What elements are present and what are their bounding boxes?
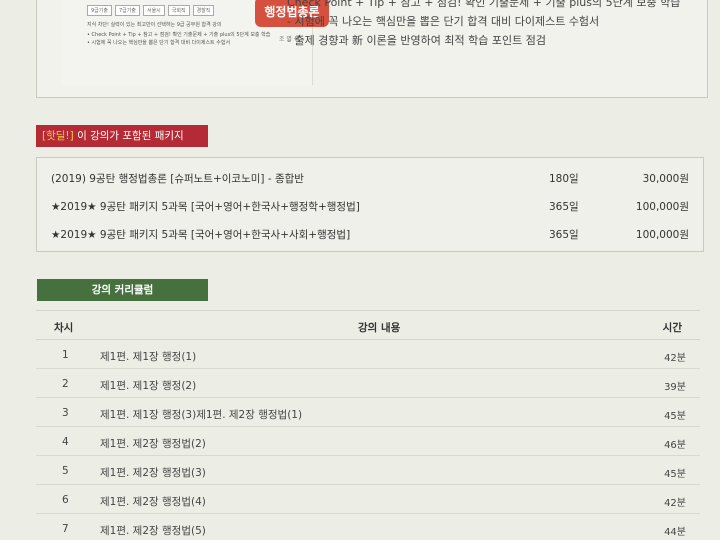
- session-time: 45분: [664, 411, 686, 422]
- curriculum-section-label: 강의 커리큘럼: [37, 279, 208, 301]
- package-price: 30,000원: [642, 173, 689, 185]
- feature-item: - 출제 경향과 新 이론을 반영하여 최적 학습 포인트 점검: [287, 34, 546, 47]
- session-time: 39분: [664, 382, 686, 393]
- session-time: 42분: [664, 498, 686, 509]
- session-time: 42분: [664, 353, 686, 364]
- session-number: 1: [62, 349, 69, 361]
- curriculum-row[interactable]: 7 제1편. 제2장 행정법(5) 44분: [36, 514, 700, 540]
- cover-line: 지식 차단! 실력이 있는 최고만이 선택하는 9급 공무원 합격 강의: [87, 22, 222, 28]
- session-number: 5: [62, 465, 69, 477]
- feature-item: Check Point + Tip + 참고 + 점검! 확인 기출문제 + 기…: [287, 0, 681, 9]
- cover-tag: 서울시: [142, 5, 165, 16]
- package-name[interactable]: ★2019★ 9공탄 패키지 5과목 [국어+영어+한국사+행정학+행정법]: [51, 199, 360, 214]
- session-number: 7: [62, 523, 69, 535]
- session-title[interactable]: 제1편. 제2장 행정법(2): [100, 436, 206, 451]
- session-title[interactable]: 제1편. 제2장 행정법(4): [100, 494, 206, 509]
- session-title[interactable]: 제1편. 제2장 행정법(3): [100, 465, 206, 480]
- cover-line: • 시험에 꼭 나오는 핵심만을 뽑은 단기 합격 대비 다이제스트 수험서: [87, 40, 231, 46]
- session-title[interactable]: 제1편. 제2장 행정법(5): [100, 523, 206, 538]
- session-time: 46분: [664, 440, 686, 451]
- package-row[interactable]: ★2019★ 9공탄 패키지 5과목 [국어+영어+한국사+행정학+행정법] 3…: [37, 192, 705, 220]
- session-time: 45분: [664, 469, 686, 480]
- package-price: 100,000원: [635, 201, 689, 213]
- feature-list: Check Point + Tip + 참고 + 점검! 확인 기출문제 + 기…: [287, 0, 680, 50]
- package-section-title: 이 강의가 포함된 패키지: [73, 130, 184, 142]
- package-days: 180일: [549, 173, 579, 185]
- curriculum-table: 차시 강의 내용 시간 1 제1편. 제1장 행정(1) 42분 2 제1편. …: [36, 310, 700, 540]
- package-name[interactable]: (2019) 9공탄 행정법총론 [슈퍼노트+이코노미] - 종합반: [51, 171, 304, 186]
- session-number: 6: [62, 494, 69, 506]
- package-list: (2019) 9공탄 행정법총론 [슈퍼노트+이코노미] - 종합반 180일 …: [36, 157, 704, 252]
- package-section-label: [핫딜!] 이 강의가 포함된 패키지: [36, 125, 208, 147]
- package-row[interactable]: (2019) 9공탄 행정법총론 [슈퍼노트+이코노미] - 종합반 180일 …: [37, 164, 705, 192]
- curriculum-row[interactable]: 2 제1편. 제1장 행정(2) 39분: [36, 369, 700, 398]
- cover-tag: 7급기출: [114, 5, 140, 16]
- session-number: 4: [62, 436, 69, 448]
- hot-deal-tag: [핫딜!]: [42, 130, 74, 142]
- book-cover-image: 9급기출 7급기출 서울시 국회직 경찰직 지식 차단! 실력이 있는 최고만이…: [61, 0, 329, 85]
- curriculum-table-header: 차시 강의 내용 시간: [36, 310, 700, 340]
- package-days: 365일: [549, 229, 579, 241]
- header-session: 차시: [54, 322, 74, 334]
- feature-item: - 시험에 꼭 나오는 핵심만을 뽑은 단기 합격 대비 다이제스트 수험서: [287, 15, 600, 28]
- cover-line: • Check Point + Tip + 참고 + 점검! 확인 기출문제 +…: [87, 32, 271, 38]
- session-title[interactable]: 제1편. 제1장 행정(3)제1편. 제2장 행정법(1): [100, 407, 302, 422]
- curriculum-row[interactable]: 4 제1편. 제2장 행정법(2) 46분: [36, 427, 700, 456]
- package-price: 100,000원: [635, 229, 689, 241]
- cover-tag: 국회직: [167, 5, 190, 16]
- session-number: 2: [62, 378, 69, 390]
- cover-tag: 경찰직: [192, 5, 215, 16]
- package-name[interactable]: ★2019★ 9공탄 패키지 5과목 [국어+영어+한국사+사회+행정법]: [51, 227, 350, 242]
- cover-tags: 9급기출 7급기출 서울시 국회직 경찰직: [87, 5, 215, 16]
- package-row[interactable]: ★2019★ 9공탄 패키지 5과목 [국어+영어+한국사+사회+행정법] 36…: [37, 220, 705, 248]
- header-content: 강의 내용: [358, 322, 401, 334]
- curriculum-row[interactable]: 6 제1편. 제2장 행정법(4) 42분: [36, 485, 700, 514]
- session-title[interactable]: 제1편. 제1장 행정(1): [100, 349, 196, 364]
- cover-tag: 9급기출: [87, 5, 112, 16]
- curriculum-row[interactable]: 5 제1편. 제2장 행정법(3) 45분: [36, 456, 700, 485]
- curriculum-row[interactable]: 1 제1편. 제1장 행정(1) 42분: [36, 340, 700, 369]
- book-info-panel: 9급기출 7급기출 서울시 국회직 경찰직 지식 차단! 실력이 있는 최고만이…: [36, 0, 708, 98]
- package-days: 365일: [549, 201, 579, 213]
- session-title[interactable]: 제1편. 제1장 행정(2): [100, 378, 196, 393]
- session-number: 3: [62, 407, 69, 419]
- page: 9급기출 7급기출 서울시 국회직 경찰직 지식 차단! 실력이 있는 최고만이…: [0, 0, 720, 540]
- curriculum-row[interactable]: 3 제1편. 제1장 행정(3)제1편. 제2장 행정법(1) 45분: [36, 398, 700, 427]
- header-time: 시간: [662, 322, 682, 334]
- session-time: 44분: [664, 527, 686, 538]
